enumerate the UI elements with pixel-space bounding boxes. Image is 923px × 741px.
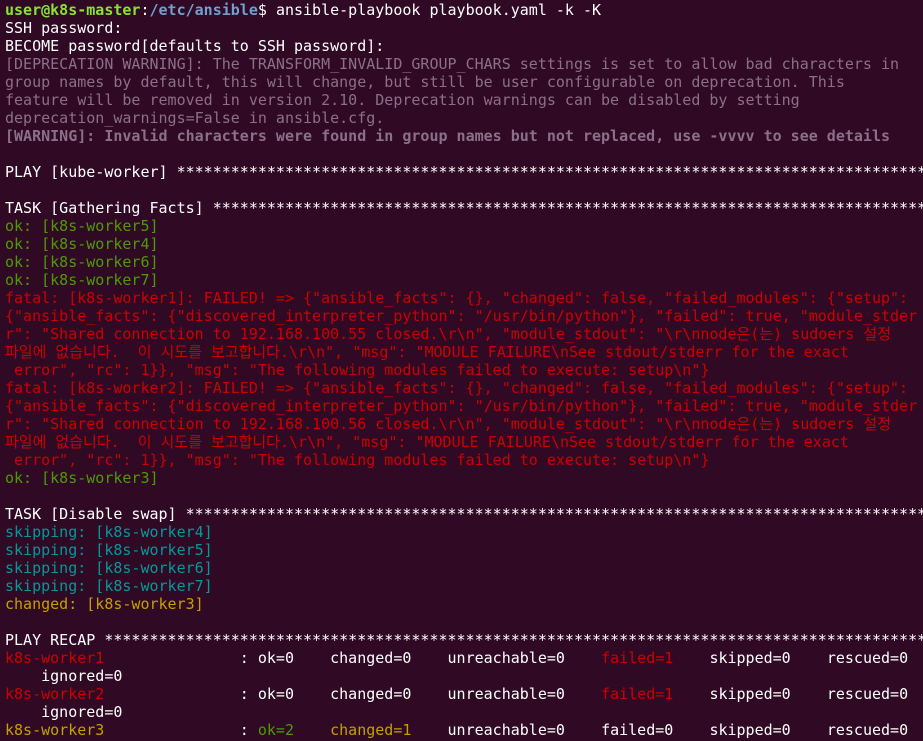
prompt-command: ansible-playbook playbook.yaml -k -K [275,1,602,19]
prompt-line: user@k8s-master:/etc/ansible$ ansible-pl… [5,1,923,19]
fatal-line: {"ansible_facts": {"discovered_interpret… [5,307,918,325]
recap-skipped: skipped=0 [709,721,791,739]
ssh-password-line: SSH password: [5,19,123,37]
recap-ignored: ignored=0 [41,667,123,685]
recap-host: k8s-worker2 [5,685,105,703]
fatal-line: r": "Shared connection to 192.168.100.55… [5,325,892,343]
ok-line: ok: [k8s-worker7] [5,271,159,289]
recap-changed: changed=1 [330,721,412,739]
become-password-line: BECOME password[defaults to SSH password… [5,37,385,55]
skipping-line: skipping: [k8s-worker6] [5,559,213,577]
recap-row: k8s-worker3 : ok=2 changed=1 unreachable… [5,721,923,739]
recap-host: k8s-worker3 [5,721,105,739]
task-header-disable-swap: TASK [Disable swap] ********************… [5,505,923,523]
recap-row-continuation: ignored=0 [5,667,923,685]
fatal-line: fatal: [k8s-worker1]: FAILED! => {"ansib… [5,289,909,307]
recap-unreachable: unreachable=0 [447,721,565,739]
recap-unreachable: unreachable=0 [447,649,565,667]
recap-row: k8s-worker1 : ok=0 changed=0 unreachable… [5,649,923,667]
recap-row: k8s-worker2 : ok=0 changed=0 unreachable… [5,685,923,703]
recap-changed: changed=0 [330,685,412,703]
recap-failed: failed=1 [601,649,674,667]
ok-line: ok: [k8s-worker3] [5,469,159,487]
fatal-line: {"ansible_facts": {"discovered_interpret… [5,397,918,415]
recap-rescued: rescued=0 [826,649,909,667]
fatal-line: error", "rc": 1}}, "msg": "The following… [5,361,710,379]
recap-ok: ok=0 [257,685,294,703]
warning-line: [WARNING]: Invalid characters were found… [5,127,891,145]
prompt-path: /etc/ansible [149,1,258,19]
deprecation-warning-line: group names by default, this will change… [5,73,845,91]
skipping-line: skipping: [k8s-worker4] [5,523,213,541]
fatal-line: 파일에 없습니다. 이 시도를 보고합니다.\r\n", "msg": "MOD… [5,343,849,361]
task-header-gathering-facts: TASK [Gathering Facts] *****************… [5,199,923,217]
recap-failed: failed=0 [601,721,674,739]
play-recap-header: PLAY RECAP *****************************… [5,631,923,649]
deprecation-warning-line: feature will be removed in version 2.10.… [5,91,800,109]
recap-ok: ok=2 [257,721,294,739]
ok-line: ok: [k8s-worker6] [5,253,159,271]
recap-skipped: skipped=0 [709,685,791,703]
fatal-line: fatal: [k8s-worker2]: FAILED! => {"ansib… [5,379,909,397]
recap-failed: failed=1 [601,685,674,703]
recap-unreachable: unreachable=0 [447,685,565,703]
fatal-line: error", "rc": 1}}, "msg": "The following… [5,451,710,469]
recap-skipped: skipped=0 [709,649,791,667]
recap-changed: changed=0 [330,649,412,667]
recap-ignored: ignored=0 [41,703,123,721]
play-header: PLAY [kube-worker] *********************… [5,163,923,181]
recap-rescued: rescued=0 [826,685,909,703]
prompt-colon: : [140,1,150,19]
recap-separator: : [104,649,258,667]
recap-separator: : [104,721,258,739]
recap-host: k8s-worker1 [5,649,105,667]
ok-line: ok: [k8s-worker5] [5,217,159,235]
deprecation-warning-line: deprecation_warnings=False in ansible.cf… [5,109,385,127]
skipping-line: skipping: [k8s-worker5] [5,541,213,559]
prompt-dollar: $ [257,1,276,19]
fatal-line: 파일에 없습니다. 이 시도를 보고합니다.\r\n", "msg": "MOD… [5,433,849,451]
fatal-line: r": "Shared connection to 192.168.100.56… [5,415,892,433]
recap-separator: : [104,685,258,703]
deprecation-warning-line: [DEPRECATION WARNING]: The TRANSFORM_INV… [5,55,900,73]
prompt-user-host: user@k8s-master [5,1,141,19]
recap-row-continuation: ignored=0 [5,703,923,721]
ok-line: ok: [k8s-worker4] [5,235,159,253]
recap-ok: ok=0 [257,649,294,667]
recap-rescued: rescued=0 [826,721,909,739]
changed-line: changed: [k8s-worker3] [5,595,204,613]
skipping-line: skipping: [k8s-worker7] [5,577,213,595]
terminal-window[interactable]: user@k8s-master:/etc/ansible$ ansible-pl… [0,0,923,741]
